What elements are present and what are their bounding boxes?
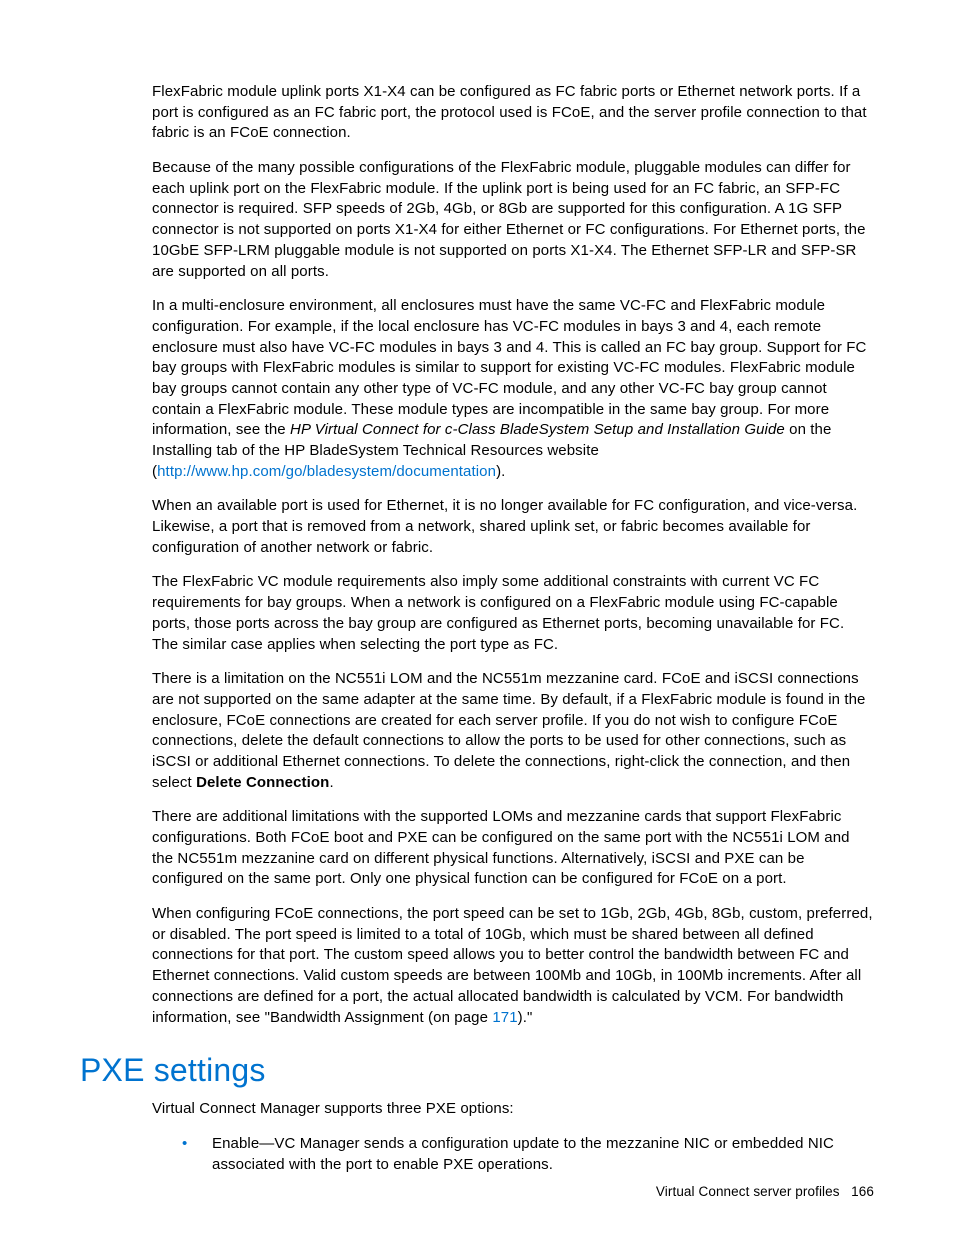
- paragraph: There are additional limitations with th…: [80, 807, 874, 890]
- section-heading-pxe-settings: PXE settings: [80, 1052, 874, 1089]
- paragraph: Virtual Connect Manager supports three P…: [80, 1099, 874, 1120]
- paragraph: Because of the many possible configurati…: [80, 158, 874, 282]
- footer-section: Virtual Connect server profiles: [656, 1184, 840, 1199]
- text-run: .: [329, 774, 333, 791]
- paragraph: In a multi-enclosure environment, all en…: [80, 296, 874, 482]
- text-run: In a multi-enclosure environment, all en…: [152, 297, 866, 438]
- footer-page-number: 166: [851, 1184, 874, 1199]
- text-run: ).": [518, 1009, 533, 1026]
- page-footer: Virtual Connect server profiles 166: [656, 1184, 874, 1199]
- paragraph: When an available port is used for Ether…: [80, 496, 874, 558]
- paragraph: The FlexFabric VC module requirements al…: [80, 572, 874, 655]
- text-bold: Delete Connection: [196, 774, 329, 791]
- page-ref-link[interactable]: 171: [492, 1009, 517, 1026]
- text-run: ).: [496, 463, 505, 480]
- paragraph: FlexFabric module uplink ports X1-X4 can…: [80, 82, 874, 144]
- text-run: There is a limitation on the NC551i LOM …: [152, 670, 866, 790]
- text-italic: HP Virtual Connect for c-Class BladeSyst…: [290, 421, 785, 438]
- documentation-link[interactable]: http://www.hp.com/go/bladesystem/documen…: [157, 463, 496, 480]
- document-page: FlexFabric module uplink ports X1-X4 can…: [0, 0, 954, 1235]
- paragraph: When configuring FCoE connections, the p…: [80, 904, 874, 1028]
- bullet-list: Enable—VC Manager sends a configuration …: [80, 1134, 874, 1175]
- list-item: Enable—VC Manager sends a configuration …: [182, 1134, 874, 1175]
- paragraph: There is a limitation on the NC551i LOM …: [80, 669, 874, 793]
- text-run: When configuring FCoE connections, the p…: [152, 905, 873, 1025]
